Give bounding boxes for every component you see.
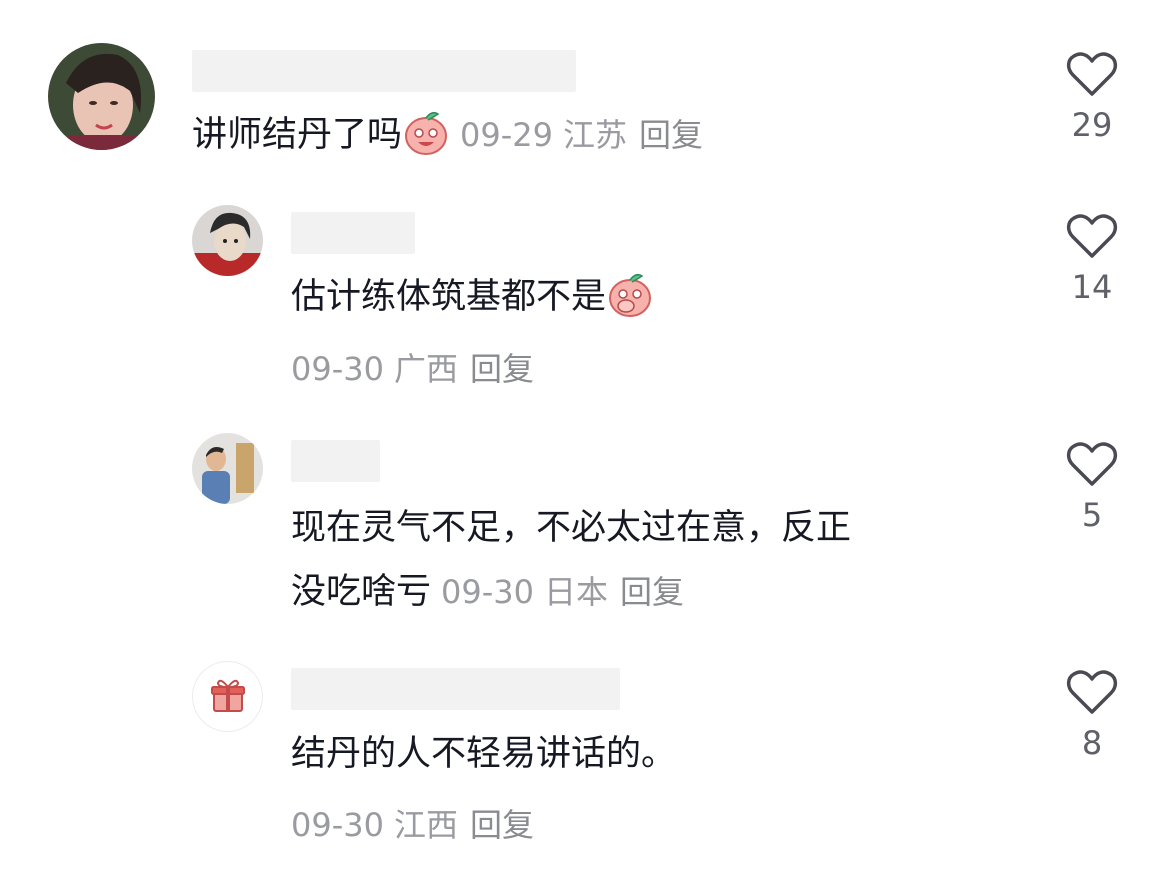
like-button[interactable]: 5 [1062,442,1122,534]
comment-meta: 09-30 江西 回复 [291,800,534,846]
heart-icon [1066,52,1118,96]
comment-date: 09-30 [291,350,384,388]
avatar[interactable] [192,661,263,732]
comment-text: 估计练体筑基都不是 [291,266,654,328]
peach-laugh-emoji [402,108,450,156]
comment-body: 结丹的人不轻易讲话的。 [291,734,677,774]
comment-meta: 09-30 广西 回复 [291,344,534,390]
avatar[interactable] [192,433,263,504]
comment-text: 现在灵气不足，不必太过在意，反正 [291,497,851,559]
comment-location: 日本 [544,573,609,611]
comment-body: 现在灵气不足，不必太过在意，反正 [291,508,852,548]
comment-text: 讲师结丹了吗 09-29 江苏 回复 [192,104,703,166]
like-button[interactable]: 14 [1062,214,1122,306]
avatar[interactable] [48,43,155,150]
like-button[interactable]: 29 [1062,52,1122,144]
comment-body: 没吃啥亏 [291,572,432,612]
comment-location: 江苏 [563,116,628,154]
comment-location: 江西 [393,806,458,844]
username-redacted[interactable] [291,212,415,254]
like-button[interactable]: 8 [1062,670,1122,762]
comment-date: 09-30 [291,806,384,844]
reply-button[interactable]: 回复 [470,806,534,844]
username-redacted[interactable] [291,440,380,482]
comment-body: 估计练体筑基都不是 [291,277,607,317]
comment-meta: 09-30 日本 回复 [441,573,684,611]
comment-body: 讲师结丹了吗 [192,115,403,155]
avatar[interactable] [192,205,263,276]
peach-cover-mouth-emoji [606,270,654,318]
like-count: 29 [1071,106,1113,144]
comment-text: 结丹的人不轻易讲话的。 [291,723,676,785]
gift-icon [211,679,245,712]
like-count: 14 [1071,268,1113,306]
username-redacted[interactable] [291,668,620,710]
heart-icon [1066,214,1118,258]
like-count: 8 [1081,724,1103,762]
heart-icon [1066,670,1118,714]
reply-button[interactable]: 回复 [620,573,684,611]
comment-date: 09-29 [460,116,553,154]
comment-meta: 09-29 江苏 回复 [460,116,703,154]
like-count: 5 [1081,496,1103,534]
comment-date: 09-30 [441,573,534,611]
comment-text: 没吃啥亏 09-30 日本 回复 [291,561,684,623]
username-redacted[interactable] [192,50,576,92]
comment-location: 广西 [393,350,458,388]
heart-icon [1066,442,1118,486]
reply-button[interactable]: 回复 [470,350,534,388]
reply-button[interactable]: 回复 [639,116,703,154]
